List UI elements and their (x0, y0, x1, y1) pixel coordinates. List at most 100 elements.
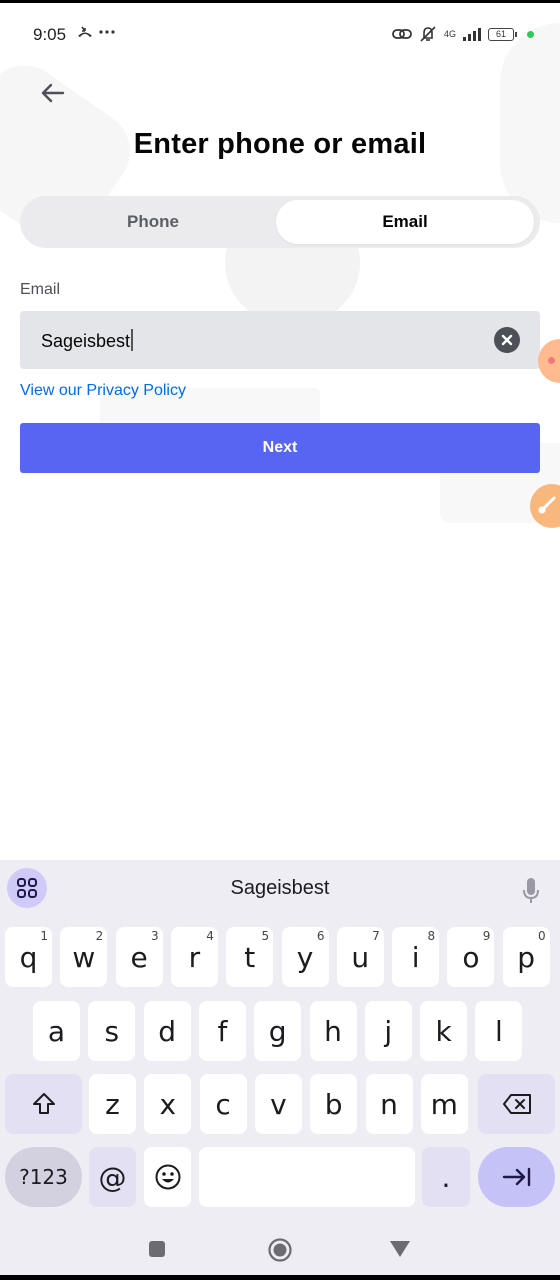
tab-arrow-icon (502, 1167, 530, 1187)
privacy-policy-link[interactable]: View our Privacy Policy (20, 382, 186, 400)
email-input-value[interactable]: Sageisbest (41, 329, 133, 352)
status-left-icons (76, 25, 116, 42)
symbols-key[interactable]: ?123 (5, 1147, 82, 1207)
screen: 9:05 4G 61 Enter phone or email Phone Em… (0, 3, 560, 1275)
battery-icon: 61 (488, 27, 517, 41)
key-x[interactable]: x (144, 1074, 192, 1134)
voice-input-button[interactable] (520, 876, 542, 906)
phone-email-tabs: Phone Email (20, 196, 540, 248)
key-q[interactable]: q1 (5, 927, 52, 987)
floating-record-bubble[interactable] (538, 339, 560, 383)
key-o-label: o (462, 940, 480, 974)
key-w[interactable]: w2 (60, 927, 108, 987)
space-key[interactable] (199, 1147, 415, 1207)
key-hint-6: 6 (316, 929, 325, 943)
key-z-label: z (105, 1087, 120, 1121)
key-h[interactable]: h (309, 1001, 357, 1061)
key-d[interactable]: d (143, 1001, 191, 1061)
key-t[interactable]: t5 (226, 927, 274, 987)
status-bar: 9:05 4G 61 (0, 3, 560, 63)
key-w-label: w (72, 940, 96, 974)
email-field-label: Email (20, 281, 61, 298)
next-button[interactable]: Next (20, 423, 540, 473)
key-hint-4: 4 (206, 929, 214, 943)
status-time: 9:05 (33, 25, 67, 44)
key-e[interactable]: e3 (115, 927, 163, 987)
emoji-icon (155, 1164, 180, 1190)
more-dots-icon (99, 30, 115, 34)
tab-email[interactable]: Email (276, 200, 534, 244)
key-d-label: d (158, 1014, 176, 1048)
key-hint-5: 5 (261, 929, 270, 943)
battery-level: 61 (488, 27, 514, 41)
back-button[interactable] (36, 77, 68, 109)
navigation-bar (0, 1218, 560, 1275)
clear-input-button[interactable] (494, 327, 520, 353)
network-type: 4G (443, 28, 456, 39)
record-dot-icon (548, 357, 555, 364)
email-field[interactable]: Sageisbest (20, 311, 540, 369)
key-r-label: r (188, 940, 201, 974)
status-right-icons: 4G 61 (392, 25, 534, 43)
key-n-label: n (380, 1087, 398, 1121)
key-c[interactable]: c (199, 1074, 247, 1134)
key-v[interactable]: v (254, 1074, 302, 1134)
back-nav-button[interactable] (388, 1238, 412, 1260)
key-f-label: f (217, 1014, 228, 1048)
key-e-label: e (130, 940, 148, 974)
triangle-back-icon (390, 1241, 410, 1257)
key-b-label: b (324, 1087, 343, 1121)
key-v-label: v (270, 1087, 287, 1121)
email-input-text: Sageisbest (41, 331, 131, 351)
signal-icon (463, 28, 481, 41)
key-f[interactable]: f (198, 1001, 246, 1061)
home-button[interactable] (267, 1237, 293, 1263)
key-a[interactable]: a (33, 1001, 80, 1061)
period-key[interactable]: . (422, 1147, 470, 1207)
key-hint-2: 2 (95, 929, 104, 943)
key-hint-8: 8 (427, 929, 436, 943)
key-n[interactable]: n (365, 1074, 413, 1134)
backspace-key[interactable] (478, 1074, 555, 1134)
keyboard-suggestion-bar: Sageisbest (0, 860, 560, 920)
battery-tip (515, 31, 517, 37)
key-i-label: i (411, 940, 420, 974)
key-l[interactable]: l (475, 1001, 523, 1061)
key-p-label: p (517, 940, 536, 974)
key-p[interactable]: p0 (502, 927, 550, 987)
key-a-label: a (47, 1014, 66, 1048)
key-k[interactable]: k (420, 1001, 468, 1061)
key-q-label: q (19, 940, 38, 974)
key-z[interactable]: z (89, 1074, 136, 1134)
square-recents-icon (149, 1241, 165, 1257)
circle-home-icon (268, 1238, 292, 1262)
key-s[interactable]: s (88, 1001, 136, 1061)
recents-button[interactable] (146, 1238, 168, 1260)
key-h-label: h (324, 1014, 342, 1048)
key-g[interactable]: g (254, 1001, 302, 1061)
key-o[interactable]: o9 (447, 927, 495, 987)
key-c-label: c (215, 1087, 231, 1121)
arrow-left-icon (41, 83, 65, 103)
microphone-icon (523, 878, 539, 903)
next-field-key[interactable] (478, 1147, 555, 1207)
key-b[interactable]: b (310, 1074, 358, 1134)
at-key[interactable]: @ (89, 1147, 136, 1207)
key-hint-7: 7 (372, 929, 380, 943)
shift-icon (32, 1093, 55, 1114)
keyboard: Sageisbest q1w2e3r4t5y6u7i8o9p0asdfghjkl… (0, 860, 560, 1275)
key-y[interactable]: y6 (281, 927, 329, 987)
key-i[interactable]: i8 (392, 927, 440, 987)
tab-phone[interactable]: Phone (24, 200, 282, 244)
keyboard-suggestion[interactable]: Sageisbest (0, 877, 560, 900)
key-j[interactable]: j (364, 1001, 412, 1061)
key-m-label: m (430, 1087, 458, 1121)
key-k-label: k (435, 1014, 452, 1048)
shift-key[interactable] (5, 1074, 82, 1134)
key-u[interactable]: u7 (336, 927, 384, 987)
key-hint-3: 3 (150, 929, 159, 943)
key-m[interactable]: m (420, 1074, 468, 1134)
key-r[interactable]: r4 (170, 927, 218, 987)
emoji-key[interactable] (144, 1147, 191, 1207)
symbols-key-label: ?123 (19, 1165, 68, 1189)
